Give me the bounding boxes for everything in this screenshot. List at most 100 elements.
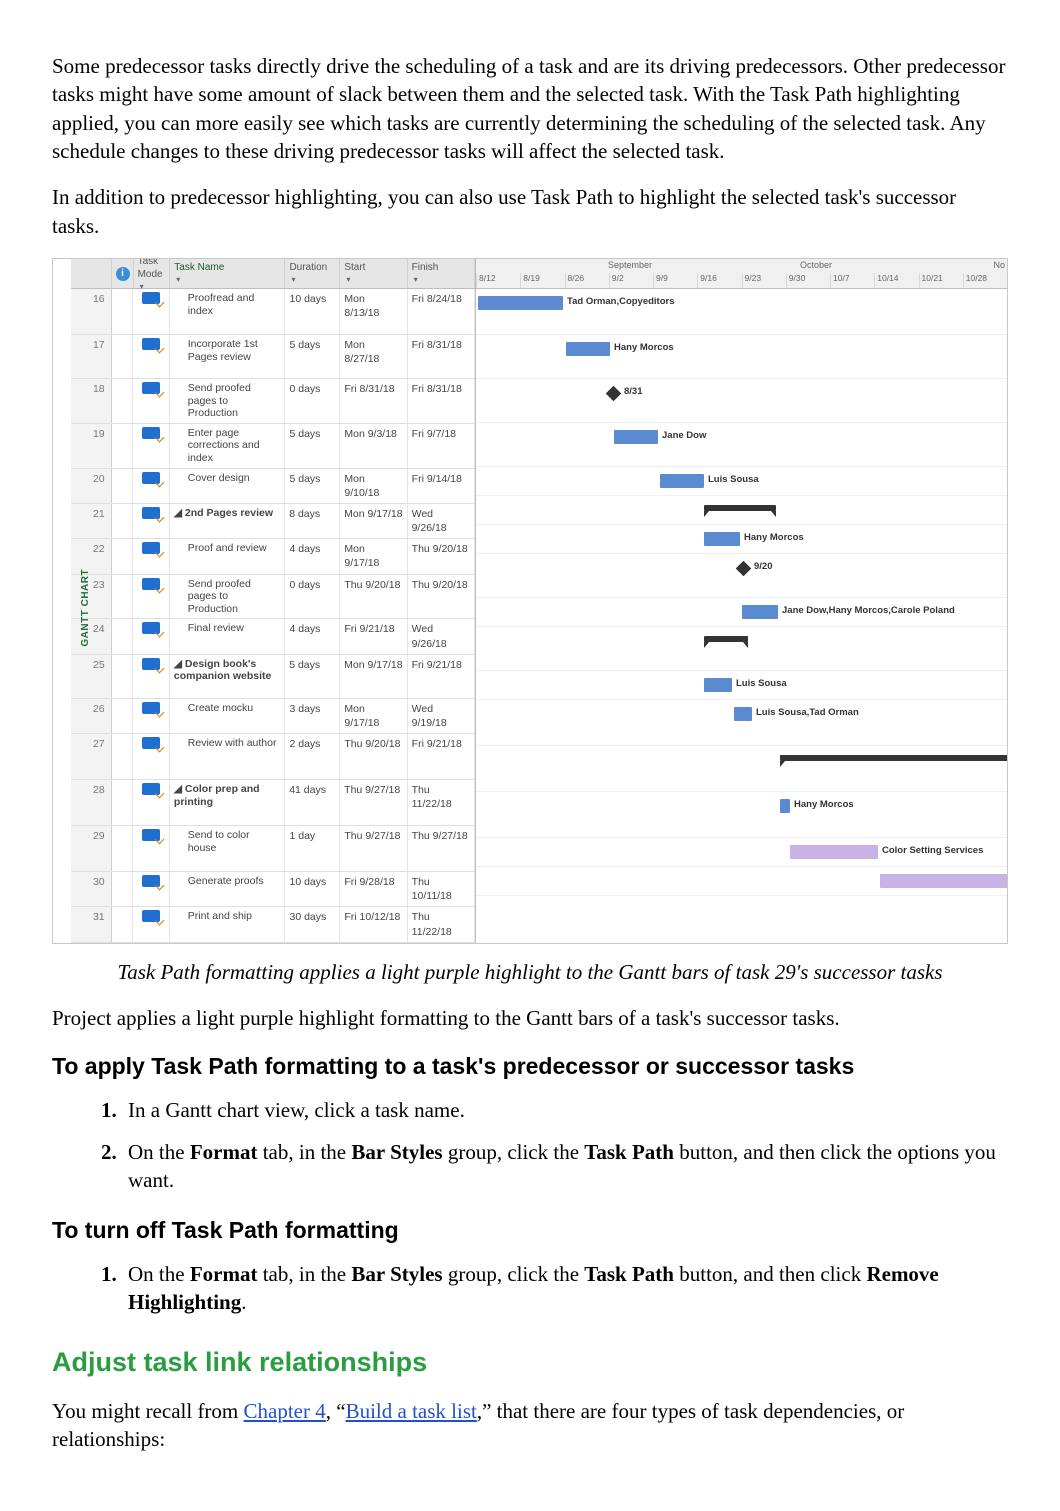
gantt-bar[interactable] — [478, 296, 563, 310]
cell-finish[interactable]: Thu 11/22/18 — [408, 907, 475, 941]
gantt-bar[interactable] — [742, 605, 778, 619]
cell-duration[interactable]: 10 days — [285, 872, 340, 906]
table-row[interactable]: 21◢ 2nd Pages review8 daysMon 9/17/18Wed… — [71, 504, 475, 539]
cell-start[interactable]: Fri 9/28/18 — [340, 872, 407, 906]
table-row[interactable]: 27Review with author2 daysThu 9/20/18Fri… — [71, 734, 475, 780]
cell-duration[interactable]: 5 days — [285, 424, 340, 468]
link-chapter-4[interactable]: Chapter 4 — [244, 1399, 326, 1423]
gantt-bar[interactable] — [780, 799, 790, 813]
table-row[interactable]: 30Generate proofs10 daysFri 9/28/18Thu 1… — [71, 872, 475, 907]
cell-duration[interactable]: 1 day — [285, 826, 340, 871]
cell-duration[interactable]: 30 days — [285, 907, 340, 941]
gantt-bar[interactable] — [790, 845, 878, 859]
cell-start[interactable]: Fri 10/12/18 — [340, 907, 407, 941]
link-build-task-list[interactable]: Build a task list — [346, 1399, 477, 1423]
table-row[interactable]: 19Enter page corrections and index5 days… — [71, 424, 475, 469]
cell-finish[interactable]: Fri 9/7/18 — [408, 424, 475, 468]
cell-start[interactable]: Thu 9/20/18 — [340, 734, 407, 779]
table-row[interactable]: 29Send to color house1 dayThu 9/27/18Thu… — [71, 826, 475, 872]
cell-task-name[interactable]: Enter page corrections and index — [170, 424, 286, 468]
table-row[interactable]: 18Send proofed pages to Production0 days… — [71, 379, 475, 424]
table-row[interactable]: 28◢ Color prep and printing41 daysThu 9/… — [71, 780, 475, 826]
cell-start[interactable]: Mon 8/13/18 — [340, 289, 407, 334]
cell-start[interactable]: Fri 9/21/18 — [340, 619, 407, 653]
cell-task-name[interactable]: Review with author — [170, 734, 286, 779]
table-row[interactable]: 26Create mocku3 daysMon 9/17/18Wed 9/19/… — [71, 699, 475, 734]
cell-start[interactable]: Mon 9/17/18 — [340, 655, 407, 698]
cell-finish[interactable]: Fri 9/21/18 — [408, 655, 475, 698]
cell-task-name[interactable]: Print and ship — [170, 907, 286, 941]
col-task-name[interactable]: Task Name▾ — [170, 259, 285, 288]
cell-duration[interactable]: 4 days — [285, 539, 340, 573]
cell-duration[interactable]: 0 days — [285, 575, 340, 619]
cell-task-name[interactable]: Incorporate 1st Pages review — [170, 335, 286, 378]
cell-task-name[interactable]: Proof and review — [170, 539, 286, 573]
cell-duration[interactable]: 4 days — [285, 619, 340, 653]
cell-finish[interactable]: Fri 8/24/18 — [408, 289, 475, 334]
cell-finish[interactable]: Fri 8/31/18 — [408, 335, 475, 378]
cell-finish[interactable]: Thu 9/20/18 — [408, 539, 475, 573]
cell-duration[interactable]: 10 days — [285, 289, 340, 334]
cell-finish[interactable]: Thu 11/22/18 — [408, 780, 475, 825]
cell-finish[interactable]: Thu 10/11/18 — [408, 872, 475, 906]
table-row[interactable]: 25◢ Design book's companion website5 day… — [71, 655, 475, 699]
cell-start[interactable]: Thu 9/20/18 — [340, 575, 407, 619]
cell-finish[interactable]: Fri 9/14/18 — [408, 469, 475, 503]
table-row[interactable]: 23Send proofed pages to Production0 days… — [71, 575, 475, 620]
cell-task-name[interactable]: Create mocku — [170, 699, 286, 733]
gantt-bar[interactable] — [880, 874, 1008, 888]
cell-finish[interactable]: Thu 9/27/18 — [408, 826, 475, 871]
cell-duration[interactable]: 0 days — [285, 379, 340, 423]
cell-start[interactable]: Mon 9/3/18 — [340, 424, 407, 468]
cell-task-name[interactable]: Send proofed pages to Production — [170, 575, 286, 619]
col-mode[interactable]: Task Mode▾ — [134, 259, 171, 288]
cell-start[interactable]: Mon 9/17/18 — [340, 699, 407, 733]
gantt-bar[interactable] — [734, 707, 752, 721]
cell-finish[interactable]: Fri 8/31/18 — [408, 379, 475, 423]
cell-duration[interactable]: 5 days — [285, 655, 340, 698]
gantt-bar[interactable] — [704, 678, 732, 692]
cell-start[interactable]: Mon 9/17/18 — [340, 539, 407, 573]
milestone-icon[interactable] — [736, 561, 752, 577]
gantt-bar[interactable] — [660, 474, 704, 488]
cell-start[interactable]: Mon 8/27/18 — [340, 335, 407, 378]
cell-task-name[interactable]: Send to color house — [170, 826, 286, 871]
cell-task-name[interactable]: ◢ 2nd Pages review — [170, 504, 285, 538]
cell-finish[interactable]: Wed 9/19/18 — [408, 699, 475, 733]
cell-duration[interactable]: 3 days — [285, 699, 340, 733]
col-start[interactable]: Start▾ — [340, 259, 407, 288]
cell-start[interactable]: Thu 9/27/18 — [340, 826, 407, 871]
summary-bar[interactable] — [780, 755, 1008, 761]
cell-task-name[interactable]: Generate proofs — [170, 872, 286, 906]
cell-start[interactable]: Fri 8/31/18 — [340, 379, 407, 423]
cell-start[interactable]: Thu 9/27/18 — [340, 780, 407, 825]
cell-task-name[interactable]: Send proofed pages to Production — [170, 379, 286, 423]
table-row[interactable]: 20Cover design5 daysMon 9/10/18Fri 9/14/… — [71, 469, 475, 504]
cell-start[interactable]: Mon 9/10/18 — [340, 469, 407, 503]
cell-finish[interactable]: Wed 9/26/18 — [408, 504, 475, 538]
cell-task-name[interactable]: Proofread and index — [170, 289, 286, 334]
table-row[interactable]: 22Proof and review4 daysMon 9/17/18Thu 9… — [71, 539, 475, 574]
cell-task-name[interactable]: Final review — [170, 619, 286, 653]
col-duration[interactable]: Duration▾ — [285, 259, 340, 288]
cell-duration[interactable]: 5 days — [285, 335, 340, 378]
table-row[interactable]: 17Incorporate 1st Pages review5 daysMon … — [71, 335, 475, 379]
table-row[interactable]: 31Print and ship30 daysFri 10/12/18Thu 1… — [71, 907, 475, 942]
table-row[interactable]: 16Proofread and index10 daysMon 8/13/18F… — [71, 289, 475, 335]
cell-duration[interactable]: 41 days — [285, 780, 340, 825]
cell-task-name[interactable]: ◢ Color prep and printing — [170, 780, 285, 825]
cell-finish[interactable]: Fri 9/21/18 — [408, 734, 475, 779]
gantt-bar[interactable] — [614, 430, 658, 444]
milestone-icon[interactable] — [606, 386, 622, 402]
cell-finish[interactable]: Wed 9/26/18 — [408, 619, 475, 653]
summary-bar[interactable] — [704, 505, 776, 511]
summary-bar[interactable] — [704, 636, 748, 642]
gantt-bar[interactable] — [566, 342, 610, 356]
cell-duration[interactable]: 5 days — [285, 469, 340, 503]
cell-task-name[interactable]: Cover design — [170, 469, 286, 503]
gantt-bar[interactable] — [704, 532, 740, 546]
cell-start[interactable]: Mon 9/17/18 — [340, 504, 407, 538]
cell-duration[interactable]: 8 days — [285, 504, 340, 538]
col-finish[interactable]: Finish▾ — [408, 259, 475, 288]
table-row[interactable]: 24Final review4 daysFri 9/21/18Wed 9/26/… — [71, 619, 475, 654]
